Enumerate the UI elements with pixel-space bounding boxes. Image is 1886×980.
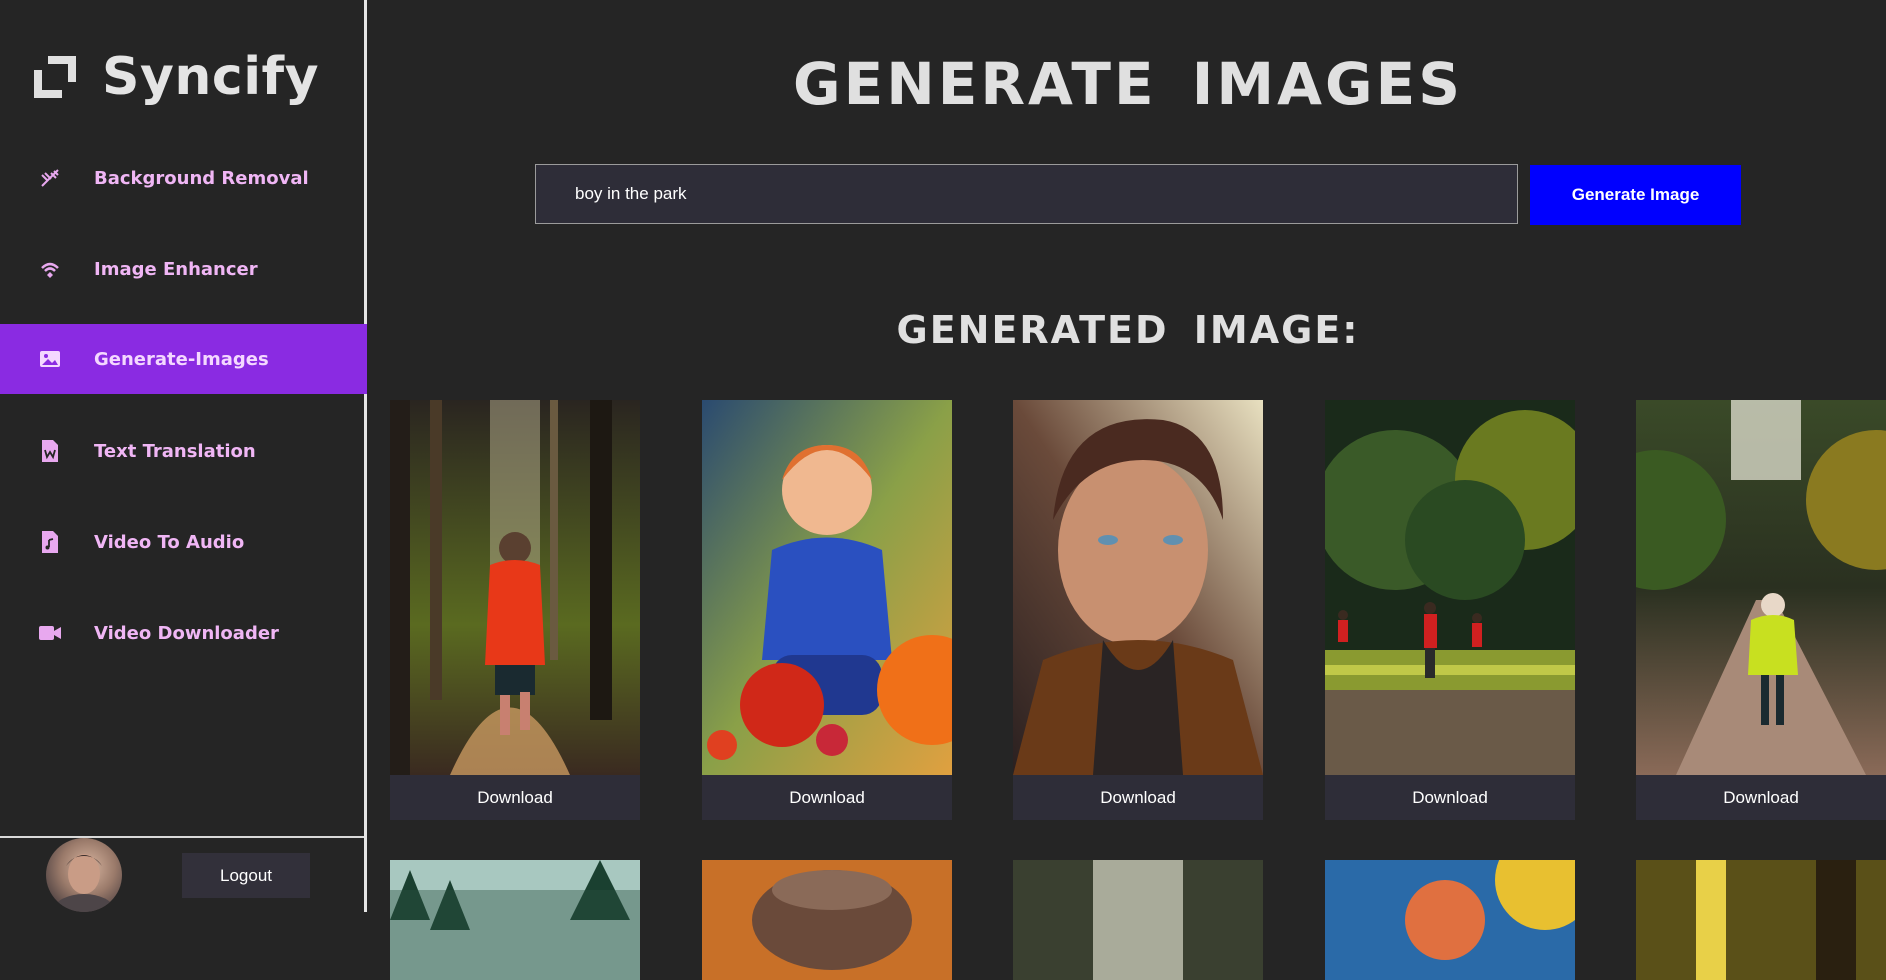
- image-enhancer-icon: [38, 257, 62, 281]
- sidebar-item-image-enhancer[interactable]: Image Enhancer: [0, 234, 367, 304]
- generated-image-card: Download: [702, 400, 952, 820]
- sidebar-item-text-translation[interactable]: Text Translation: [0, 416, 367, 486]
- word-document-icon: [38, 439, 62, 463]
- generated-image-card: Download: [1013, 400, 1263, 820]
- logout-button[interactable]: Logout: [182, 853, 310, 898]
- download-button[interactable]: Download: [1325, 775, 1575, 820]
- sidebar-item-label: Text Translation: [94, 440, 256, 462]
- sidebar-item-video-to-audio[interactable]: Video To Audio: [0, 507, 367, 577]
- download-button[interactable]: Download: [1013, 775, 1263, 820]
- background-removal-icon: [38, 166, 62, 190]
- sidebar-item-label: Background Removal: [94, 167, 309, 189]
- brand-logo[interactable]: Syncify: [30, 47, 320, 107]
- generate-image-button[interactable]: Generate Image: [1530, 165, 1741, 225]
- generated-image[interactable]: [702, 860, 952, 980]
- sidebar-item-label: Video To Audio: [94, 531, 245, 553]
- image-icon: [38, 347, 62, 371]
- syncify-logo-icon: [34, 56, 76, 98]
- generated-image[interactable]: [390, 400, 640, 775]
- download-button[interactable]: Download: [1636, 775, 1886, 820]
- generated-image[interactable]: [1325, 400, 1575, 775]
- audio-file-icon: [38, 530, 62, 554]
- sidebar-item-generate-images[interactable]: Generate-Images: [0, 324, 367, 394]
- generated-image[interactable]: [1636, 400, 1886, 775]
- download-button[interactable]: Download: [390, 775, 640, 820]
- results-title: GENERATED IMAGE:: [896, 308, 1360, 352]
- generated-image[interactable]: [1013, 400, 1263, 775]
- sidebar: Syncify Background Removal Image Enhance…: [0, 0, 367, 912]
- generated-image[interactable]: [390, 860, 640, 980]
- generated-image-card: Download: [390, 400, 640, 820]
- brand-name: Syncify: [102, 47, 320, 107]
- video-camera-icon: [38, 621, 62, 645]
- download-button[interactable]: Download: [702, 775, 952, 820]
- prompt-input[interactable]: [535, 164, 1518, 224]
- generated-image-card: Download: [1636, 400, 1886, 820]
- generated-image[interactable]: [1013, 860, 1263, 980]
- generated-image-card: Download: [1325, 400, 1575, 820]
- sidebar-item-label: Image Enhancer: [94, 258, 258, 280]
- generated-image[interactable]: [1636, 860, 1886, 980]
- sidebar-item-label: Generate-Images: [94, 348, 269, 370]
- avatar[interactable]: [46, 838, 122, 912]
- sidebar-item-label: Video Downloader: [94, 622, 279, 644]
- generated-image[interactable]: [1325, 860, 1575, 980]
- page-title: GENERATE IMAGES: [793, 50, 1463, 118]
- generated-image[interactable]: [702, 400, 952, 775]
- sidebar-item-background-removal[interactable]: Background Removal: [0, 143, 367, 213]
- sidebar-item-video-downloader[interactable]: Video Downloader: [0, 598, 367, 668]
